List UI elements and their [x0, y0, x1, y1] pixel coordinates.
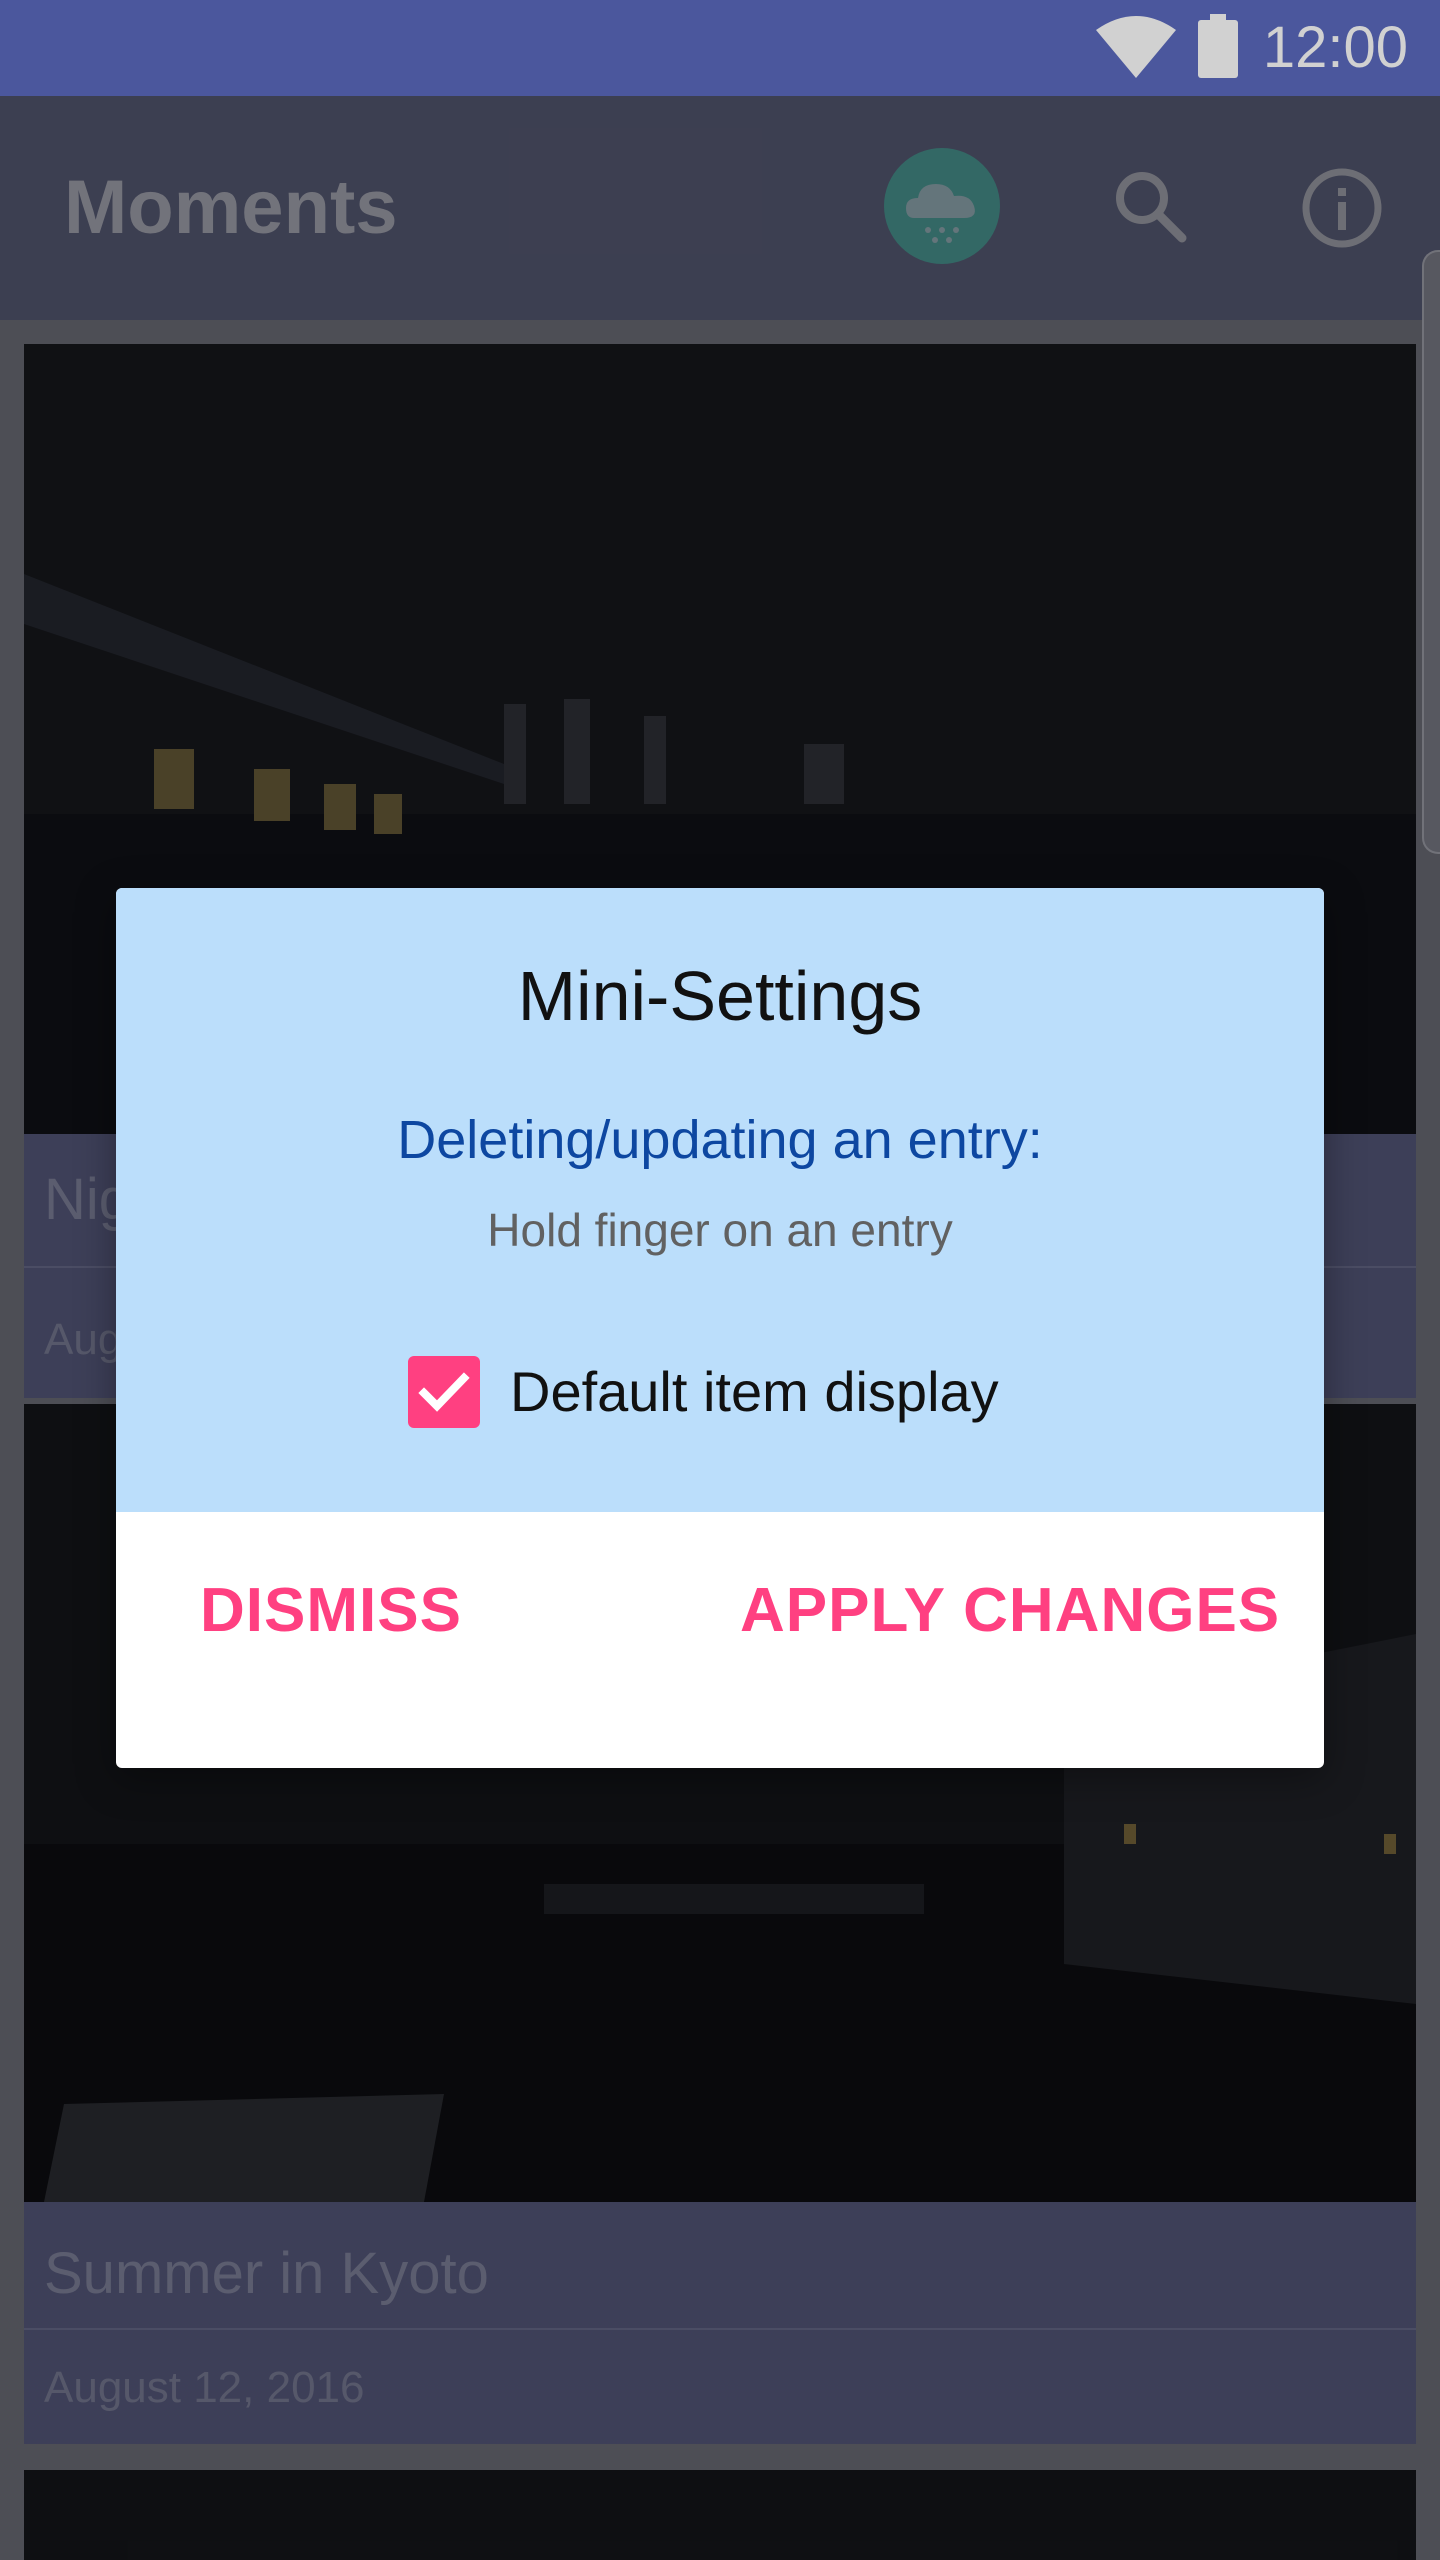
dialog-subtitle: Deleting/updating an entry:	[397, 1110, 1043, 1170]
default-item-display-option[interactable]: Default item display	[408, 1352, 999, 1432]
checkbox-label: Default item display	[510, 1360, 999, 1423]
checkmark-icon	[418, 1372, 470, 1412]
dismiss-button[interactable]: DISMISS	[200, 1578, 462, 1644]
apply-changes-button[interactable]: APPLY CHANGES	[740, 1578, 1280, 1644]
dialog-hint: Hold finger on an entry	[487, 1204, 953, 1256]
dialog-header: Mini-Settings Deleting/updating an entry…	[116, 888, 1324, 1512]
mini-settings-dialog: Mini-Settings Deleting/updating an entry…	[116, 888, 1324, 1768]
dialog-title: Mini-Settings	[517, 957, 923, 1035]
default-item-display-checkbox[interactable]	[408, 1356, 480, 1428]
